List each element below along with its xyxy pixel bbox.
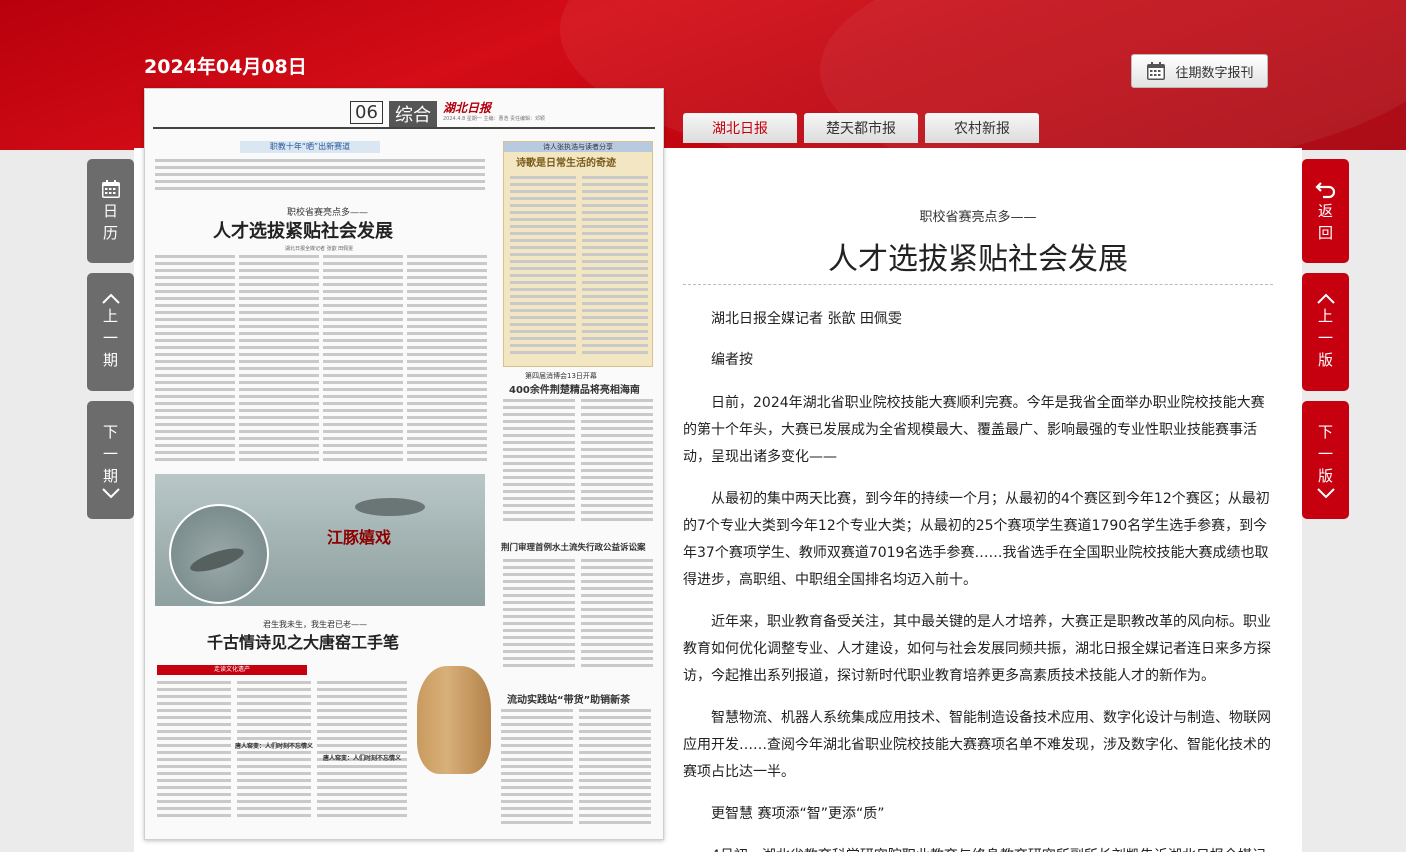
prev-issue-label-3: 期 xyxy=(102,351,118,369)
np-headline3[interactable]: 荆门审理首例水土流失行政公益诉讼案 xyxy=(501,541,646,553)
article-text-block xyxy=(581,399,653,529)
np-subhead2: 唐人窑变：人们时刻不忘情义 xyxy=(323,755,402,762)
dolphin-shape xyxy=(355,498,425,516)
poem-text xyxy=(582,176,648,362)
dolphin-photo[interactable]: 江豚嬉戏 xyxy=(155,474,485,606)
article-text-block xyxy=(155,159,485,199)
prev-page-label-3: 版 xyxy=(1317,351,1333,369)
section-name: 综合 xyxy=(389,101,437,127)
np-subhead: 唐人窑变：人们时刻不忘情义 xyxy=(235,743,314,750)
article-paragraph: 日前，2024年湖北省职业院校技能大赛顺利完赛。今年是我省全面举办职业院校技能大… xyxy=(683,395,1265,465)
article-paragraph: 智慧物流、机器人系统集成应用技术、智能制造设备技术应用、数字化设计与制造、物联网… xyxy=(683,710,1271,780)
article-text-block xyxy=(579,709,651,835)
article-text-block xyxy=(323,255,403,465)
article-text-block xyxy=(501,709,573,835)
chevron-down-icon xyxy=(101,488,120,499)
np-headline5[interactable]: 流动实践站“带货”助销新茶 xyxy=(507,691,630,706)
next-page-label-2: 一 xyxy=(1317,445,1333,463)
return-icon xyxy=(1314,182,1335,199)
article-byline: 湖北日报全媒记者 张歆 田佩雯 xyxy=(711,311,902,327)
archive-label: 往期数字报刊 xyxy=(1175,65,1254,81)
np-headline2[interactable]: 400余件荆楚精品将亮相海南 xyxy=(509,381,640,396)
calendar-button[interactable]: 日 历 xyxy=(87,159,134,263)
title-divider xyxy=(683,284,1273,285)
photo-caption: 江豚嬉戏 xyxy=(327,528,392,547)
paper-tabs: 湖北日报 楚天都市报 农村新报 xyxy=(683,113,1039,143)
prev-issue-label-1: 上 xyxy=(102,307,118,325)
calendar-icon xyxy=(101,180,120,198)
article-text-block xyxy=(503,559,575,679)
calendar-label-2: 历 xyxy=(102,224,118,242)
article-text-block xyxy=(155,255,235,465)
article-paragraph: 4月初，湖北省教育科学研究院职业教育与终身教育研究所副所长刘凯告诉湖北日报全媒记 xyxy=(683,843,1273,852)
poem-title: 诗歌是日常生活的奇迹 xyxy=(516,158,616,169)
back-label-1: 返 xyxy=(1317,202,1333,220)
article-text-block xyxy=(237,681,311,831)
archive-button[interactable]: 往期数字报刊 xyxy=(1131,54,1268,88)
calendar-icon xyxy=(1147,62,1166,80)
calendar-label-1: 日 xyxy=(102,202,118,220)
np-kicker2: 第四届消博会13日开幕 xyxy=(525,372,597,380)
next-issue-label-1: 下 xyxy=(102,423,118,441)
np-headline4[interactable]: 千古情诗见之大唐窑工手笔 xyxy=(207,629,399,653)
newspaper-masthead: 06 综合 湖北日报 2024.4.8 星期一 主编：曹浩 责任编辑：邓颖 xyxy=(153,99,655,129)
next-page-button[interactable]: 下 一 版 xyxy=(1302,401,1349,519)
article-reader: 职校省赛亮点多—— 人才选拔紧贴社会发展 湖北日报全媒记者 张歆 田佩雯 编者按… xyxy=(683,150,1273,852)
prev-page-label-1: 上 xyxy=(1317,307,1333,325)
article-paragraph: 近年来，职业教育备受关注，其中最关键的是人才培养，大赛正是职教改革的风向标。职业… xyxy=(683,614,1271,684)
newspaper-page[interactable]: 06 综合 湖北日报 2024.4.8 星期一 主编：曹浩 责任编辑：邓颖 职教… xyxy=(144,88,664,840)
back-button[interactable]: 返 回 xyxy=(1302,159,1349,263)
prev-page-label-2: 一 xyxy=(1317,329,1333,347)
chevron-down-icon xyxy=(1316,488,1335,499)
article-text-block xyxy=(157,681,231,831)
article-text-block xyxy=(239,255,319,465)
tab-hubei-daily[interactable]: 湖北日报 xyxy=(683,113,797,143)
article-text-block xyxy=(407,255,487,465)
poem-kicker: 诗人张执浩与读者分享 xyxy=(504,142,652,152)
next-issue-button[interactable]: 下 一 期 xyxy=(87,401,134,519)
chevron-up-icon xyxy=(1316,293,1335,304)
poem-box[interactable]: 诗人张执浩与读者分享 诗歌是日常生活的奇迹 xyxy=(503,141,653,367)
article-subheading: 更智慧 赛项添“智”更添“质” xyxy=(711,806,885,822)
article-text-block xyxy=(503,399,575,529)
prev-issue-label-2: 一 xyxy=(102,329,118,347)
prev-issue-button[interactable]: 上 一 期 xyxy=(87,273,134,391)
tab-rural-news[interactable]: 农村新报 xyxy=(925,113,1039,143)
poem-text xyxy=(510,176,576,362)
newspaper-logo: 湖北日报 xyxy=(443,101,492,115)
np-headline[interactable]: 人才选拔紧贴社会发展 xyxy=(213,217,393,243)
np-byline: 湖北日报全媒记者 张歆 田佩雯 xyxy=(285,246,354,252)
next-page-label-1: 下 xyxy=(1317,423,1333,441)
article-editor-note: 编者按 xyxy=(711,352,753,368)
next-issue-label-3: 期 xyxy=(102,467,118,485)
next-page-label-3: 版 xyxy=(1317,467,1333,485)
newspaper-meta: 2024.4.8 星期一 主编：曹浩 责任编辑：邓颖 xyxy=(443,116,546,122)
prev-page-button[interactable]: 上 一 版 xyxy=(1302,273,1349,391)
pottery-photo[interactable] xyxy=(417,666,491,774)
page-number: 06 xyxy=(350,101,383,124)
article-paragraph: 从最初的集中两天比赛，到今年的持续一个月；从最初的4个赛区到今年12个赛区；从最… xyxy=(683,491,1270,588)
chevron-up-icon xyxy=(101,293,120,304)
article-text-block xyxy=(581,559,653,679)
section-band: 职教十年“晒”出新赛道 xyxy=(240,141,380,153)
back-label-2: 回 xyxy=(1317,224,1333,242)
band2-label: 走读文化遗产 xyxy=(213,666,250,673)
article-title: 人才选拔紧贴社会发展 xyxy=(828,242,1128,277)
article-kicker: 职校省赛亮点多—— xyxy=(919,210,1037,225)
section-band-red: 走读文化遗产 xyxy=(157,665,307,675)
next-issue-label-2: 一 xyxy=(102,445,118,463)
tab-chutian-metro[interactable]: 楚天都市报 xyxy=(804,113,918,143)
issue-date: 2024年04月08日 xyxy=(144,56,307,78)
